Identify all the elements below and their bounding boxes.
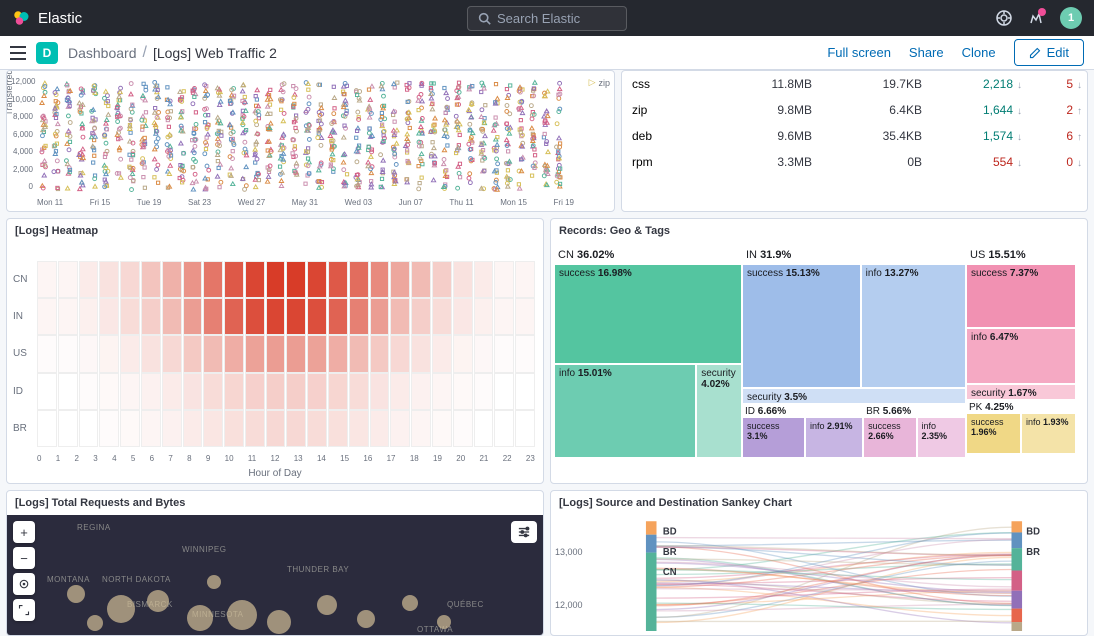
- share-link[interactable]: Share: [909, 45, 944, 60]
- svg-text:CN: CN: [663, 567, 677, 578]
- total-cell: 9.6MB: [712, 129, 812, 143]
- treemap-title: Records: Geo & Tags: [551, 219, 1087, 243]
- count-cell: 2,218↓: [922, 77, 1022, 91]
- map-label: REGINA: [77, 523, 111, 532]
- clone-link[interactable]: Clone: [962, 45, 996, 60]
- svg-text:BR: BR: [1026, 547, 1040, 558]
- global-search[interactable]: Search Elastic: [467, 6, 627, 31]
- avg-cell: 35.4KB: [812, 129, 922, 143]
- map-bubble[interactable]: [187, 605, 213, 631]
- sankey-chart[interactable]: BD BR CN BD BR: [591, 519, 1077, 631]
- avg-cell: 6.4KB: [812, 103, 922, 117]
- map-title: [Logs] Total Requests and Bytes: [7, 491, 543, 515]
- full-screen-link[interactable]: Full screen: [827, 45, 891, 60]
- avg-cell: 19.7KB: [812, 77, 922, 91]
- breadcrumb-parent[interactable]: Dashboard: [68, 45, 137, 61]
- svg-text:BD: BD: [1026, 526, 1040, 537]
- map-bubble[interactable]: [267, 610, 291, 634]
- heatmap-grid[interactable]: [37, 261, 535, 447]
- treemap-chart[interactable]: CN 36.02%success 16.98%info 15.01%securi…: [555, 247, 1083, 457]
- ext-cell: css: [632, 77, 712, 91]
- svg-text:BR: BR: [663, 547, 677, 558]
- total-cell: 3.3MB: [712, 155, 812, 169]
- map-bubble[interactable]: [87, 615, 103, 631]
- count-cell: 1,644↓: [922, 103, 1022, 117]
- map-bubble[interactable]: [402, 595, 418, 611]
- table-row[interactable]: css 11.8MB 19.7KB 2,218↓ 5↓: [622, 71, 1087, 97]
- map-bubble[interactable]: [107, 595, 135, 623]
- heatmap-xticks: 01234567891011121314151617181920212223: [37, 454, 535, 463]
- heatmap-xlabel: Hour of Day: [248, 468, 301, 479]
- edit-button[interactable]: Edit: [1014, 39, 1084, 66]
- zoom-in-button[interactable]: +: [13, 521, 35, 543]
- map-label: THUNDER BAY: [287, 565, 349, 574]
- breadcrumb-separator: /: [143, 44, 147, 62]
- map-bubble[interactable]: [147, 590, 169, 612]
- map-bubble[interactable]: [207, 575, 221, 589]
- brand-logo[interactable]: Elastic: [12, 9, 82, 27]
- scatter-legend-zip[interactable]: ▷zip: [589, 77, 610, 88]
- rank-cell: 0↓: [1022, 155, 1082, 169]
- ext-cell: zip: [632, 103, 712, 117]
- search-icon: [478, 12, 491, 25]
- rank-cell: 5↓: [1022, 77, 1082, 91]
- map-label: NORTH DAKOTA: [102, 575, 171, 584]
- treemap-panel: Records: Geo & Tags CN 36.02%success 16.…: [550, 218, 1088, 484]
- breadcrumb-current: [Logs] Web Traffic 2: [153, 45, 277, 61]
- heatmap-yticks: CNINUSIDBR: [13, 261, 27, 447]
- user-avatar[interactable]: 1: [1060, 7, 1082, 29]
- heatmap-title: [Logs] Heatmap: [7, 219, 543, 243]
- elastic-logo-icon: [12, 9, 30, 27]
- pencil-icon: [1029, 47, 1041, 59]
- map-label: MONTANA: [47, 575, 90, 584]
- avg-cell: 0B: [812, 155, 922, 169]
- top-bar: Elastic Search Elastic 1: [0, 0, 1094, 36]
- map-bubble[interactable]: [317, 595, 337, 615]
- table-panel: css 11.8MB 19.7KB 2,218↓ 5↓zip 9.8MB 6.4…: [621, 70, 1088, 212]
- layers-button[interactable]: [511, 521, 537, 543]
- map-label: QUÉBEC: [447, 600, 484, 609]
- count-cell: 1,574↓: [922, 129, 1022, 143]
- scatter-xticks: Mon 11Fri 15Tue 19Sat 23Wed 27May 31Wed …: [37, 198, 574, 207]
- locate-button[interactable]: [13, 573, 35, 595]
- toolbar: D Dashboard / [Logs] Web Traffic 2 Full …: [0, 36, 1094, 70]
- rank-cell: 2↑: [1022, 103, 1082, 117]
- expand-button[interactable]: [13, 599, 35, 621]
- help-icon[interactable]: [996, 10, 1012, 26]
- map-panel: [Logs] Total Requests and Bytes + − REGI…: [6, 490, 544, 636]
- heatmap-panel: [Logs] Heatmap CNINUSIDBR 01234567891011…: [6, 218, 544, 484]
- map-label: WINNIPEG: [182, 545, 226, 554]
- map-bubble[interactable]: [357, 610, 375, 628]
- sankey-panel: [Logs] Source and Destination Sankey Cha…: [550, 490, 1088, 636]
- brand-name: Elastic: [38, 10, 82, 27]
- notification-dot: [1038, 8, 1046, 16]
- map-bubble[interactable]: [227, 600, 257, 630]
- total-cell: 9.8MB: [712, 103, 812, 117]
- extension-table: css 11.8MB 19.7KB 2,218↓ 5↓zip 9.8MB 6.4…: [622, 71, 1087, 175]
- scatter-yticks: 12,00010,0008,0006,0004,0002,0000: [11, 77, 33, 191]
- map-bubble[interactable]: [67, 585, 85, 603]
- sankey-yticks: 13,00012,000: [555, 525, 583, 631]
- map-bubble[interactable]: [437, 615, 451, 629]
- search-placeholder: Search Elastic: [497, 11, 580, 26]
- scatter-panel: Transferred byt 12,00010,0008,0006,0004,…: [6, 70, 615, 212]
- menu-icon[interactable]: [10, 46, 26, 60]
- sankey-title: [Logs] Source and Destination Sankey Cha…: [551, 491, 1087, 515]
- ext-cell: deb: [632, 129, 712, 143]
- total-cell: 11.8MB: [712, 77, 812, 91]
- dashboard-badge: D: [36, 42, 58, 64]
- count-cell: 554↓: [922, 155, 1022, 169]
- svg-text:BD: BD: [663, 526, 677, 537]
- rank-cell: 6↑: [1022, 129, 1082, 143]
- table-row[interactable]: zip 9.8MB 6.4KB 1,644↓ 2↑: [622, 97, 1087, 123]
- table-row[interactable]: rpm 3.3MB 0B 554↓ 0↓: [622, 149, 1087, 175]
- geo-map[interactable]: + − REGINA WINNIPEG THUNDER BAY NORTH DAKOT…: [7, 515, 543, 635]
- ext-cell: rpm: [632, 155, 712, 169]
- scatter-plot[interactable]: [37, 77, 574, 195]
- news-icon[interactable]: [1028, 10, 1044, 26]
- table-row[interactable]: deb 9.6MB 35.4KB 1,574↓ 6↑: [622, 123, 1087, 149]
- zoom-out-button[interactable]: −: [13, 547, 35, 569]
